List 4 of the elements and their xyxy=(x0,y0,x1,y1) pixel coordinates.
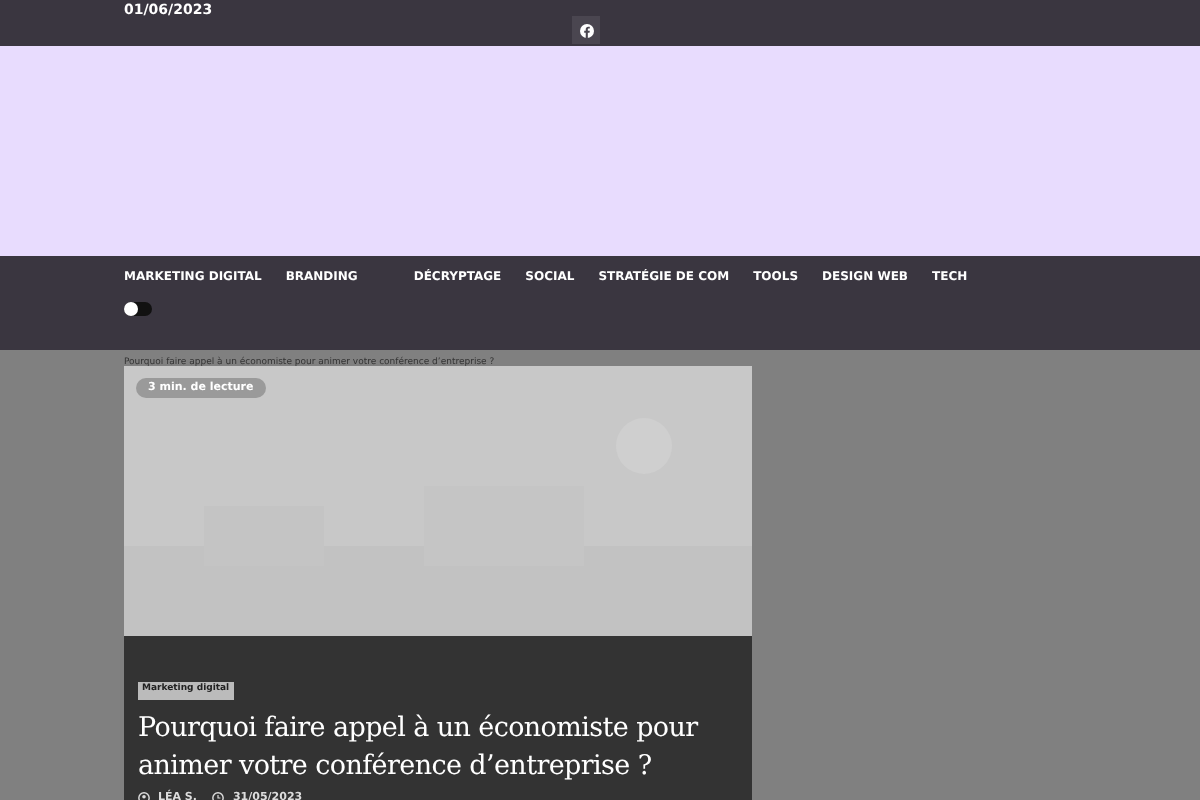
post-title[interactable]: Pourquoi faire appel à un économiste pour animer votre conférence d’entreprise ? xyxy=(138,710,738,786)
dark-mode-toggle[interactable] xyxy=(124,302,152,316)
clock-icon xyxy=(212,792,225,800)
facebook-icon[interactable] xyxy=(572,16,600,44)
